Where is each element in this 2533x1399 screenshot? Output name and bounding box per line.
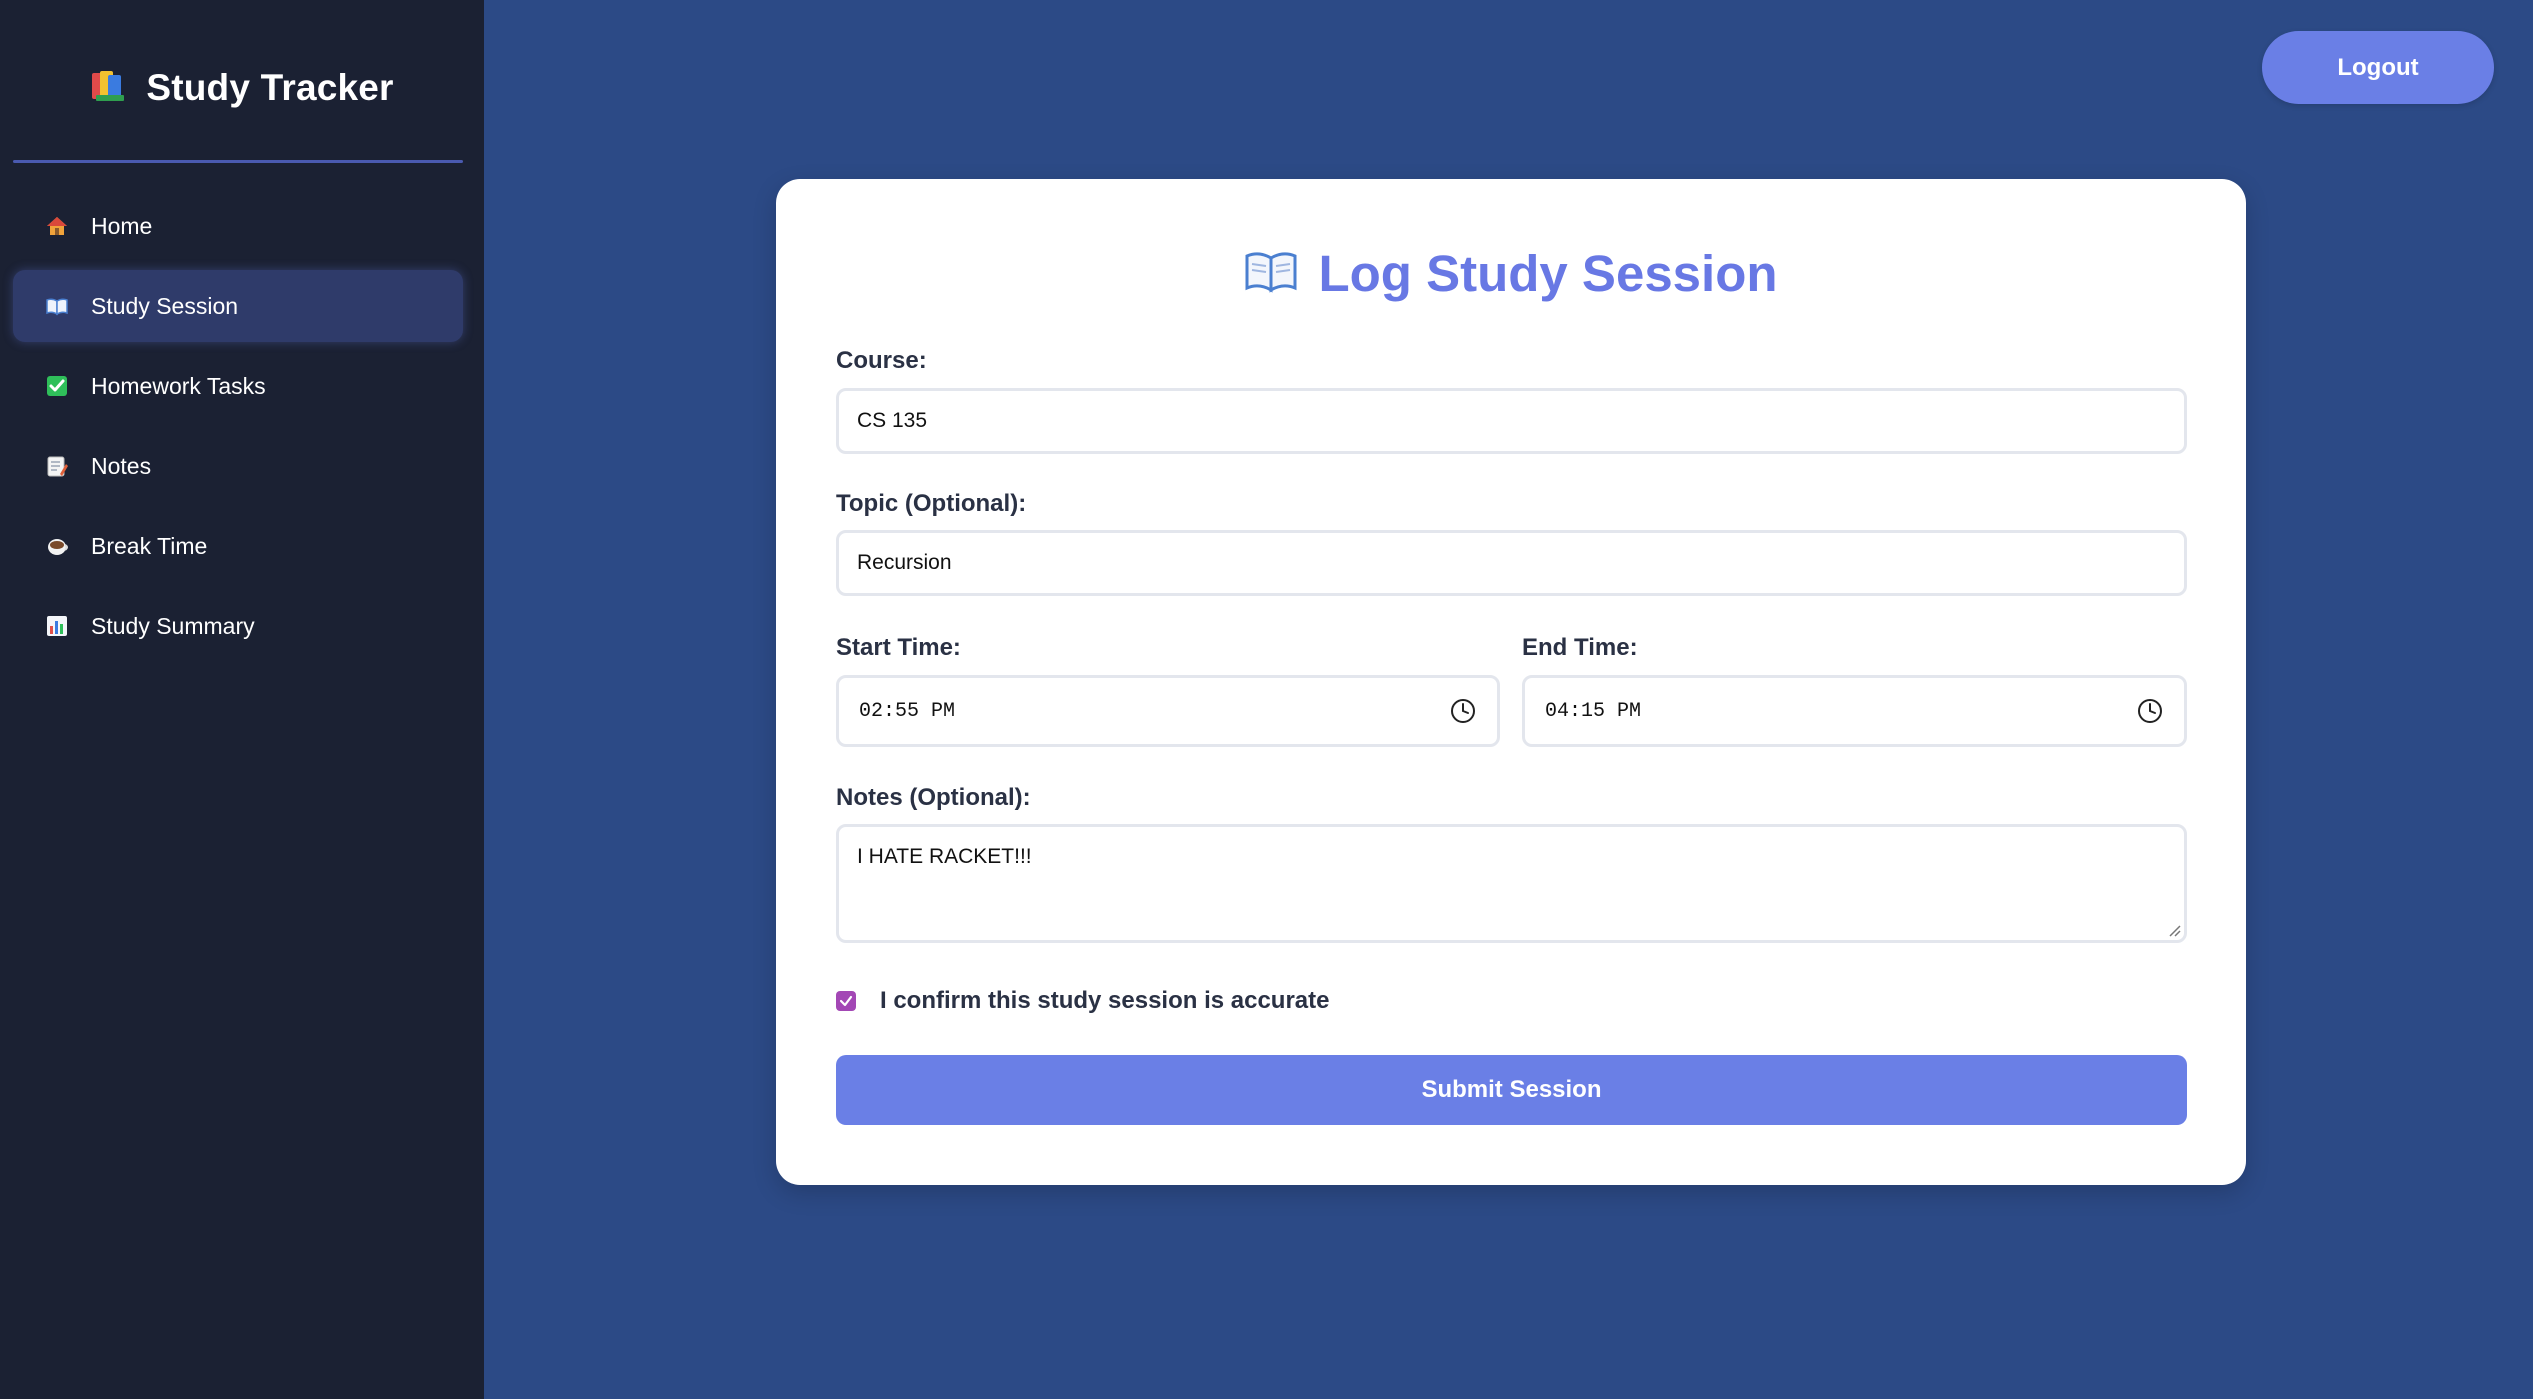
study-session-form: Log Study Session Course: Topic (Optiona… bbox=[776, 179, 2246, 1185]
start-time-input[interactable]: 02:55 PM bbox=[836, 675, 1500, 747]
house-icon bbox=[45, 214, 69, 238]
end-time-input[interactable]: 04:15 PM bbox=[1522, 675, 2187, 747]
sidebar-item-home[interactable]: Home bbox=[13, 190, 463, 262]
sidebar-item-label: Break Time bbox=[91, 532, 208, 559]
end-time-label: End Time: bbox=[1522, 634, 1638, 661]
sidebar-item-study-session[interactable]: Study Session bbox=[13, 270, 463, 342]
coffee-icon bbox=[45, 534, 69, 558]
confirm-label: I confirm this study session is accurate bbox=[880, 987, 1330, 1014]
form-title: Log Study Session bbox=[1318, 244, 1778, 302]
bar-chart-icon bbox=[45, 614, 69, 638]
app-title: Study Tracker bbox=[146, 67, 394, 108]
end-time-value: 04:15 PM bbox=[1545, 699, 1642, 723]
course-input[interactable] bbox=[836, 388, 2187, 454]
resize-handle-icon[interactable] bbox=[2167, 923, 2181, 937]
clock-icon[interactable] bbox=[2136, 697, 2164, 725]
sidebar-item-break-time[interactable]: Break Time bbox=[13, 510, 463, 582]
start-time-value: 02:55 PM bbox=[859, 699, 956, 723]
checkmark-icon bbox=[839, 995, 853, 1007]
form-header: Log Study Session bbox=[776, 241, 2246, 305]
notes-label: Notes (Optional): bbox=[836, 784, 1031, 811]
logout-button[interactable]: Logout bbox=[2262, 31, 2494, 104]
open-book-icon bbox=[45, 294, 69, 318]
check-box-icon bbox=[45, 374, 69, 398]
clock-icon[interactable] bbox=[1449, 697, 1477, 725]
confirm-checkbox[interactable] bbox=[836, 991, 856, 1011]
sidebar-item-label: Homework Tasks bbox=[91, 372, 266, 399]
sidebar-item-label: Notes bbox=[91, 452, 152, 479]
topic-label: Topic (Optional): bbox=[836, 490, 1027, 517]
submit-session-button[interactable]: Submit Session bbox=[836, 1055, 2187, 1125]
open-book-icon bbox=[1244, 248, 1298, 299]
sidebar-nav: Home Study Session Homework Tasks Notes … bbox=[13, 190, 463, 670]
sidebar-item-label: Study Summary bbox=[91, 612, 255, 639]
books-icon bbox=[90, 69, 128, 108]
sidebar: Study Tracker Home Study Session Homewor… bbox=[0, 0, 484, 1399]
sidebar-item-study-summary[interactable]: Study Summary bbox=[13, 590, 463, 662]
course-label: Course: bbox=[836, 347, 927, 374]
memo-icon bbox=[45, 454, 69, 478]
brand: Study Tracker bbox=[0, 60, 484, 116]
notes-textarea[interactable]: I HATE RACKET!!! bbox=[836, 824, 2187, 943]
topic-input[interactable] bbox=[836, 530, 2187, 596]
start-time-label: Start Time: bbox=[836, 634, 961, 661]
sidebar-item-notes[interactable]: Notes bbox=[13, 430, 463, 502]
sidebar-item-homework-tasks[interactable]: Homework Tasks bbox=[13, 350, 463, 422]
sidebar-item-label: Study Session bbox=[91, 292, 239, 319]
sidebar-item-label: Home bbox=[91, 212, 153, 239]
sidebar-divider bbox=[13, 160, 463, 163]
